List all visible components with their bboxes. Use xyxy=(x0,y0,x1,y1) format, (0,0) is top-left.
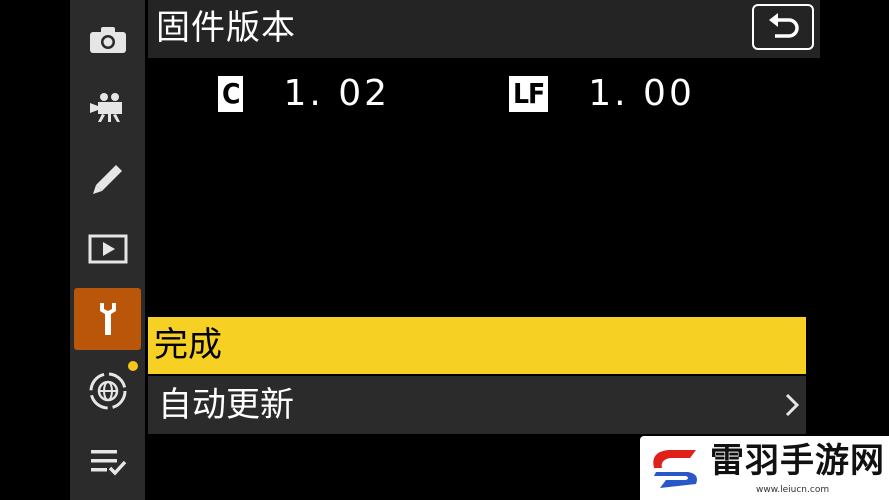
done-label: 完成 xyxy=(154,325,222,365)
watermark-text: 雷羽手游网 xyxy=(710,441,885,481)
sidebar-item-playback[interactable] xyxy=(74,218,141,280)
sidebar-item-custom-settings[interactable] xyxy=(74,148,141,210)
sidebar-item-photo[interactable] xyxy=(74,8,141,70)
page-title: 固件版本 xyxy=(156,8,296,48)
firmware-lf-badge: LF xyxy=(509,76,549,112)
back-button[interactable] xyxy=(752,4,814,50)
my-menu-icon xyxy=(90,450,126,476)
chevron-right-icon xyxy=(785,393,800,417)
sidebar-item-setup[interactable] xyxy=(74,288,141,350)
watermark-url: www.leiucn.com xyxy=(756,485,830,495)
pencil-icon xyxy=(92,165,122,194)
return-icon xyxy=(769,13,799,38)
auto-update-menu-item[interactable]: 自动更新 xyxy=(148,376,806,434)
movie-icon xyxy=(89,93,122,122)
sidebar-item-my-menu[interactable] xyxy=(74,430,141,492)
watermark: 雷羽手游网 www.leiucn.com xyxy=(640,436,889,500)
auto-update-label: 自动更新 xyxy=(158,385,294,425)
firmware-c-version: 1. 02 xyxy=(283,73,391,114)
camera-icon xyxy=(89,27,126,53)
network-icon xyxy=(89,372,126,410)
firmware-lf-row: LF 1. 00 xyxy=(509,74,695,114)
sidebar-item-movie[interactable] xyxy=(74,76,141,138)
sidebar xyxy=(70,0,145,500)
left-black-strip xyxy=(0,0,70,500)
notification-dot xyxy=(128,361,138,371)
wrench-icon xyxy=(99,303,116,335)
firmware-c-row: C 1. 02 xyxy=(218,74,390,114)
watermark-logo-icon xyxy=(653,450,697,488)
done-menu-item[interactable]: 完成 xyxy=(148,317,806,374)
playback-icon xyxy=(88,234,127,264)
firmware-lf-version: 1. 00 xyxy=(588,73,695,114)
header: 固件版本 xyxy=(148,0,820,58)
firmware-c-badge: C xyxy=(218,76,244,112)
